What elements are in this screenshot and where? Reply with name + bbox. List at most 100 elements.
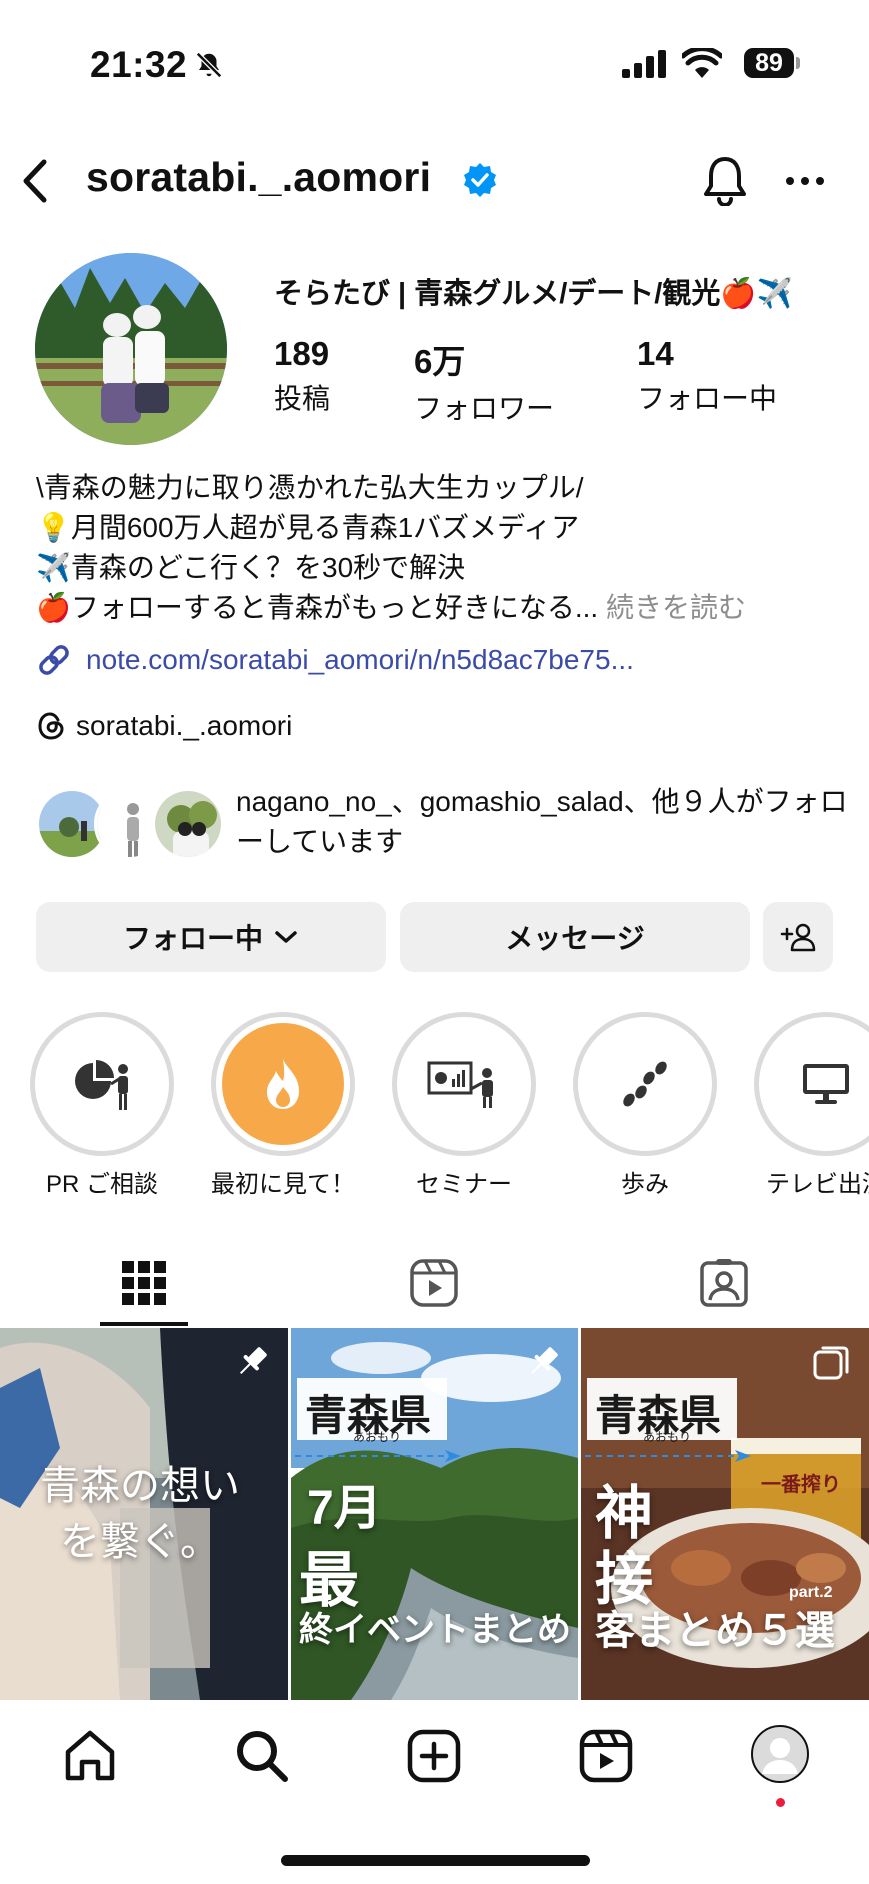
pin-icon bbox=[239, 1347, 267, 1375]
multiple-posts-icon bbox=[813, 1346, 849, 1380]
notification-bell-icon[interactable] bbox=[700, 154, 750, 206]
profile-header: soratabi._.aomori bbox=[0, 140, 869, 220]
tagged-person-icon bbox=[700, 1259, 748, 1307]
post-tile[interactable]: 青森県 あおもり 7月 最 終イベントまとめ bbox=[291, 1328, 578, 1700]
bio-line: \青森の魅力に取り憑かれた弘大生カップル/ bbox=[36, 472, 584, 503]
grid-icon bbox=[122, 1261, 166, 1305]
highlight-ring bbox=[754, 1012, 869, 1156]
seminar-board-icon bbox=[427, 1061, 493, 1108]
monitor-icon bbox=[803, 1064, 849, 1104]
battery-cap bbox=[796, 57, 800, 69]
post-heading-reading: あおもり bbox=[643, 1430, 692, 1444]
pie-chart-presenter-icon bbox=[75, 1060, 128, 1110]
reels-icon bbox=[410, 1259, 458, 1307]
highlight-label: PR ご相談 bbox=[45, 1171, 158, 1198]
plane-line-icon bbox=[295, 1450, 461, 1462]
pin-icon bbox=[530, 1347, 558, 1375]
profile-bio: \青森の魅力に取り憑かれた弘大生カップル/ 💡月間600万人超が見る青森1バズメ… bbox=[36, 468, 836, 628]
posts-grid: 青森の想いを繋ぐ。 青森県 あおもり 7月 最 終イベントまとめ 青森県 あおも… bbox=[0, 1328, 869, 1700]
add-person-icon bbox=[780, 923, 816, 952]
nav-home[interactable] bbox=[62, 1728, 118, 1789]
highlight-ring bbox=[392, 1012, 536, 1156]
battery-indicator: 89 bbox=[744, 48, 794, 78]
highlight-ring bbox=[211, 1012, 355, 1156]
active-tab-indicator bbox=[100, 1322, 188, 1326]
search-icon bbox=[237, 1731, 288, 1782]
avatar-photo bbox=[35, 253, 227, 445]
highlight-label: 歩み bbox=[621, 1171, 669, 1198]
highlight-pr[interactable]: PR ご相談 bbox=[30, 1012, 174, 1199]
create-post-icon bbox=[407, 1729, 461, 1783]
bell-slash-icon bbox=[195, 51, 223, 79]
highlight-tv[interactable]: テレビ出演 bbox=[754, 1012, 869, 1199]
highlight-ring bbox=[573, 1012, 717, 1156]
home-icon bbox=[65, 1730, 115, 1781]
highlight-label: 最初に見て！ bbox=[211, 1171, 355, 1198]
post-title-line: 客まとめ５選 bbox=[595, 1609, 835, 1653]
mutual-avatars bbox=[36, 788, 226, 862]
nav-create[interactable] bbox=[406, 1728, 462, 1789]
following-button[interactable]: フォロー中 bbox=[36, 902, 386, 972]
nav-search[interactable] bbox=[234, 1728, 290, 1789]
tab-posts-grid[interactable] bbox=[60, 1238, 228, 1328]
highlight-label: テレビ出演 bbox=[766, 1171, 869, 1198]
notification-dot bbox=[776, 1798, 785, 1807]
sign-text: 一番搾り bbox=[761, 1474, 841, 1496]
more-options-icon[interactable] bbox=[785, 176, 825, 186]
highlight-start-here[interactable]: 最初に見て！ bbox=[211, 1012, 355, 1199]
bottom-navigation bbox=[0, 1700, 869, 1884]
bio-line-last: 🍎フォローすると青森がもっと好きになる... 続きを読む bbox=[36, 588, 836, 628]
mutual-avatar bbox=[152, 788, 224, 860]
followers-count: 6万 bbox=[414, 343, 466, 380]
bio-line: 💡月間600万人超が見る青森1バズメディア bbox=[36, 512, 580, 543]
nav-profile[interactable] bbox=[750, 1724, 810, 1807]
post-title-line: 終イベントまとめ bbox=[299, 1611, 571, 1649]
suggest-user-button[interactable] bbox=[763, 902, 833, 972]
post-caption: 青森の想いを繋ぐ。 bbox=[40, 1463, 240, 1565]
link-url: note.com/soratabi_aomori/n/n5d8ac7be75..… bbox=[86, 644, 634, 675]
post-tile[interactable]: 青森県 あおもり 一番搾り 神 接 客まとめ５選 part.2 bbox=[581, 1328, 869, 1700]
profile-display-name: そらたび | 青森グルメ/デート/観光🍎✈️ bbox=[274, 278, 793, 310]
chevron-down-icon bbox=[275, 931, 297, 943]
post-title-line: 7月 bbox=[307, 1482, 382, 1535]
profile-link[interactable]: note.com/soratabi_aomori/n/n5d8ac7be75..… bbox=[36, 640, 634, 680]
tab-tagged[interactable] bbox=[640, 1238, 808, 1328]
wifi-icon bbox=[682, 48, 722, 78]
profile-avatar[interactable] bbox=[35, 253, 227, 445]
cellular-signal-icon bbox=[622, 50, 666, 78]
highlight-seminar[interactable]: セミナー bbox=[392, 1012, 536, 1199]
profile-tabs bbox=[0, 1238, 869, 1328]
threads-icon bbox=[38, 712, 64, 740]
bio-line-text: 🍎フォローすると青森がもっと好きになる... bbox=[36, 592, 599, 623]
home-indicator bbox=[281, 1855, 590, 1866]
posts-count: 189 bbox=[274, 335, 330, 372]
fire-icon bbox=[267, 1059, 299, 1109]
link-icon bbox=[39, 645, 69, 675]
posts-stat[interactable]: 189 投稿 bbox=[274, 335, 330, 417]
tab-reels[interactable] bbox=[350, 1238, 518, 1328]
plane-line-icon bbox=[585, 1450, 751, 1462]
profile-avatar-icon bbox=[751, 1725, 809, 1783]
nav-reels[interactable] bbox=[578, 1728, 634, 1789]
message-button-label: メッセージ bbox=[505, 923, 645, 954]
back-arrow-icon[interactable] bbox=[18, 158, 52, 204]
status-bar: 21:32 89 bbox=[0, 0, 869, 120]
threads-badge[interactable]: soratabi._.aomori bbox=[36, 706, 292, 746]
profile-username: soratabi._.aomori bbox=[86, 154, 432, 200]
mutual-followers[interactable]: nagano_no_、gomashio_salad、他９人がフォローしています bbox=[36, 782, 848, 872]
following-label: フォロー中 bbox=[637, 383, 778, 414]
bio-line: ✈️青森のどこ行く？を30秒で解決 bbox=[36, 552, 466, 583]
followers-stat[interactable]: 6万 フォロワー bbox=[414, 335, 554, 427]
highlight-label: セミナー bbox=[416, 1171, 512, 1198]
post-tile[interactable]: 青森の想いを繋ぐ。 bbox=[0, 1328, 288, 1700]
following-stat[interactable]: 14 フォロー中 bbox=[637, 335, 777, 417]
read-more-link[interactable]: 続きを読む bbox=[606, 592, 746, 623]
post-heading-reading: あおもり bbox=[353, 1430, 402, 1444]
message-button[interactable]: メッセージ bbox=[400, 902, 750, 972]
following-count: 14 bbox=[637, 335, 674, 372]
threads-handle: soratabi._.aomori bbox=[76, 710, 293, 741]
verified-badge-icon bbox=[464, 163, 496, 197]
footsteps-icon bbox=[623, 1061, 667, 1107]
status-time: 21:32 bbox=[90, 44, 188, 85]
highlight-history[interactable]: 歩み bbox=[573, 1012, 717, 1199]
